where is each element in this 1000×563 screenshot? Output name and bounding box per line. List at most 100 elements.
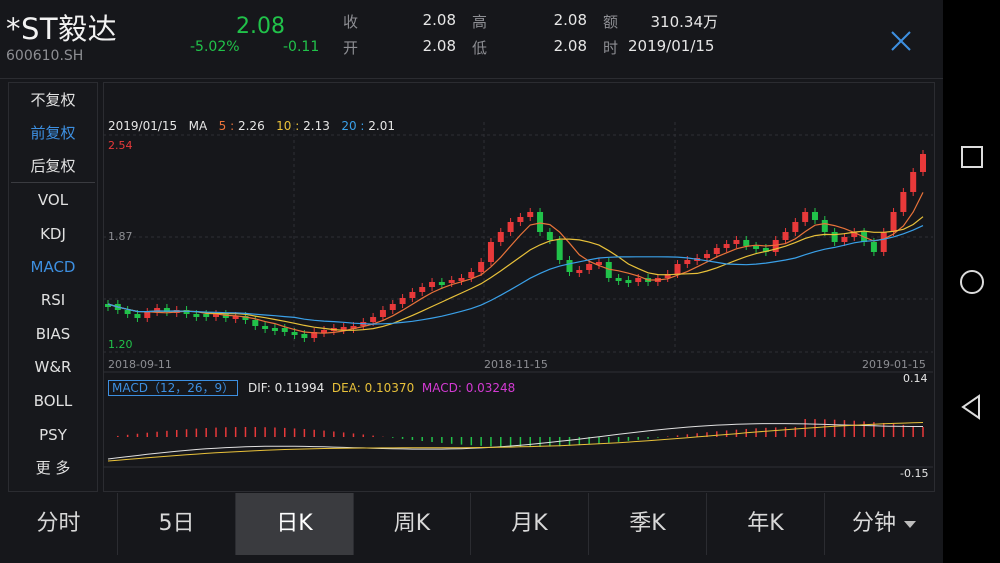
open-value: 2.08 — [422, 37, 456, 55]
candle-body — [684, 260, 691, 264]
candle-body — [370, 317, 377, 322]
menu-item-backward-adjust[interactable]: 后复权 — [9, 151, 97, 181]
candle-body — [802, 212, 809, 222]
candle-body — [497, 232, 504, 242]
candle-body — [507, 222, 514, 232]
candle-body — [821, 220, 828, 232]
ma10-label: 10 — [276, 119, 292, 133]
macd-value: 0.03248 — [465, 381, 516, 395]
candle-body — [910, 172, 917, 192]
tab-minute[interactable]: 分钟 — [825, 493, 943, 555]
dea-label: DEA: — [331, 381, 361, 395]
kline-chart[interactable] — [103, 82, 933, 490]
tab-weekly-k[interactable]: 周K — [354, 493, 471, 555]
change-percent: -5.02% — [190, 39, 240, 55]
candle-body — [409, 292, 416, 298]
back-triangle-icon — [961, 394, 980, 420]
menu-item-macd[interactable]: MACD — [9, 252, 97, 282]
macd-legend: MACD（12，26，9） DIF: 0.11994 DEA: 0.10370 … — [108, 379, 515, 396]
ma-date: 2019/01/15 — [108, 119, 178, 133]
ma5-label: 5 — [218, 119, 227, 133]
candle-body — [301, 334, 308, 338]
candle-body — [193, 314, 200, 317]
candle-body — [811, 212, 818, 220]
candle-body — [487, 242, 494, 262]
menu-item-more[interactable]: 更 多 — [9, 453, 97, 483]
candle-body — [890, 212, 897, 232]
tab-monthly-k[interactable]: 月K — [471, 493, 589, 555]
close-value: 2.08 — [422, 11, 456, 29]
candle-body — [203, 314, 210, 317]
time-label: 时 — [603, 39, 619, 57]
recent-apps-button[interactable] — [943, 136, 1000, 176]
menu-item-vol[interactable]: VOL — [9, 185, 97, 215]
macd-label: MACD: — [421, 381, 462, 395]
candle-body — [703, 254, 710, 258]
menu-item-kdj[interactable]: KDJ — [9, 219, 97, 249]
candle-body — [281, 328, 288, 332]
candle-body — [252, 320, 259, 326]
candle-body — [537, 212, 544, 232]
candle-body — [733, 240, 740, 244]
back-button[interactable] — [943, 386, 1000, 426]
y-axis-max: 2.54 — [108, 139, 133, 152]
candle-body — [546, 232, 553, 240]
ma5-value: 2.26 — [237, 119, 265, 133]
menu-item-bias[interactable]: BIAS — [9, 319, 97, 349]
low-label: 低 — [472, 39, 488, 57]
candle-body — [566, 260, 573, 272]
candle-body — [438, 282, 445, 285]
date-start: 2018-09-11 — [108, 358, 172, 371]
menu-item-forward-adjust[interactable]: 前复权 — [9, 118, 97, 148]
menu-item-no-adjust[interactable]: 不复权 — [9, 85, 97, 115]
candle-body — [183, 310, 190, 314]
candle-body — [831, 232, 838, 242]
quote-header: *ST毅达 600610.SH 2.08 -5.02% -0.11 收 2.08… — [0, 0, 943, 79]
candle-body — [900, 192, 907, 212]
high-label: 高 — [472, 13, 488, 31]
candle-body — [782, 232, 789, 240]
candle-body — [478, 262, 485, 272]
open-label: 开 — [343, 39, 359, 57]
square-icon — [961, 146, 983, 168]
candle-body — [389, 304, 396, 310]
candle-body — [429, 282, 436, 287]
time-value: 2019/01/15 — [628, 37, 715, 55]
ma20-value: 2.01 — [368, 119, 396, 133]
tab-5day[interactable]: 5日 — [118, 493, 236, 555]
close-button[interactable] — [886, 26, 916, 56]
candle-body — [527, 212, 534, 217]
close-label: 收 — [343, 13, 359, 31]
menu-item-psy[interactable]: PSY — [9, 420, 97, 450]
dif-value: 0.11994 — [274, 381, 325, 395]
menu-divider — [11, 182, 95, 183]
bottom-strip — [0, 555, 943, 563]
candle-body — [379, 310, 386, 317]
menu-item-rsi[interactable]: RSI — [9, 285, 97, 315]
ma10-sep: : — [295, 119, 300, 133]
ma-label: MA — [188, 119, 208, 133]
last-price: 2.08 — [236, 14, 285, 39]
candle-body — [271, 328, 278, 331]
macd-title[interactable]: MACD（12，26，9） — [108, 380, 239, 396]
candle-body — [448, 280, 455, 283]
tab-intraday[interactable]: 分时 — [0, 493, 118, 555]
candle-body — [635, 278, 642, 282]
stock-name: *ST毅达 — [6, 12, 118, 46]
ma5-sep: : — [230, 119, 235, 133]
candle-body — [468, 272, 475, 278]
tab-quarterly-k[interactable]: 季K — [589, 493, 707, 555]
menu-item-boll[interactable]: BOLL — [9, 386, 97, 416]
candle-body — [625, 280, 632, 283]
candle-body — [556, 240, 563, 260]
dea-line — [107, 422, 924, 462]
home-button[interactable] — [943, 261, 1000, 301]
dea-value: 0.10370 — [364, 381, 415, 395]
ma-legend: 2019/01/15 MA 5 : 2.26 10 : 2.13 20 : 2.… — [108, 119, 395, 133]
y-axis-min: 1.20 — [108, 338, 133, 351]
dif-label: DIF: — [247, 381, 271, 395]
candle-body — [674, 264, 681, 274]
tab-yearly-k[interactable]: 年K — [707, 493, 825, 555]
menu-item-wr[interactable]: W&R — [9, 352, 97, 382]
tab-daily-k[interactable]: 日K — [236, 493, 354, 555]
